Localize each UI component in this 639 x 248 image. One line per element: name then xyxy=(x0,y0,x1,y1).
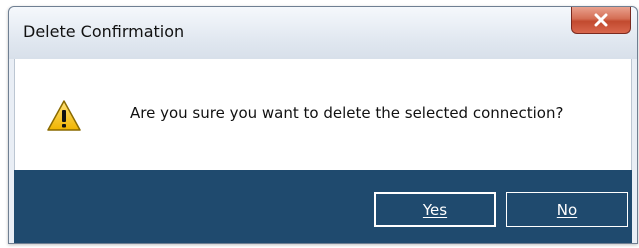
yes-button[interactable]: Yes xyxy=(374,192,496,227)
dialog-window: Delete Confirmation Are you sure you wan… xyxy=(8,6,638,244)
button-bar: Yes No xyxy=(14,170,632,243)
yes-button-label: Yes xyxy=(422,200,448,219)
warning-icon xyxy=(46,99,82,133)
title-bar[interactable]: Delete Confirmation xyxy=(9,7,637,59)
confirmation-message: Are you sure you want to delete the sele… xyxy=(130,104,564,122)
close-icon xyxy=(593,13,609,27)
dialog-title: Delete Confirmation xyxy=(23,22,185,41)
dialog-content: Are you sure you want to delete the sele… xyxy=(14,59,632,170)
no-button-label: No xyxy=(556,200,578,219)
close-button[interactable] xyxy=(571,7,631,34)
no-button[interactable]: No xyxy=(506,192,628,227)
